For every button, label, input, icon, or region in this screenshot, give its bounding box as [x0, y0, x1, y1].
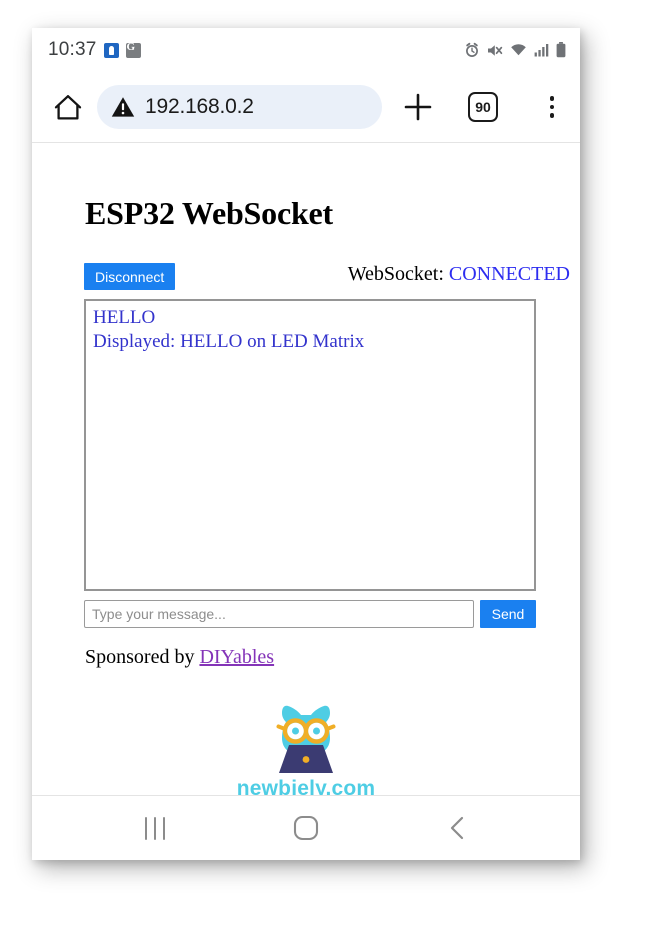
android-nav-bar	[32, 795, 580, 860]
url-bar[interactable]: 192.168.0.2	[97, 85, 382, 129]
recents-bar	[162, 816, 165, 840]
alarm-icon	[466, 42, 478, 57]
send-button[interactable]: Send	[480, 600, 536, 628]
sponsor-link[interactable]: DIYables	[199, 646, 274, 668]
signal-icon	[534, 44, 549, 57]
wifi-icon	[511, 44, 526, 56]
websocket-status-value: CONNECTED	[448, 263, 570, 285]
disconnect-button[interactable]: Disconnect	[84, 263, 176, 290]
recents-bar	[153, 816, 157, 840]
plus-icon	[404, 93, 432, 121]
status-bar: 10:37	[32, 28, 580, 72]
new-tab-button[interactable]	[402, 91, 434, 123]
page-title: ESP32 WebSocket	[85, 195, 334, 231]
battery-icon	[556, 42, 566, 58]
websocket-status: WebSocket: CONNECTED	[348, 263, 570, 286]
status-bar-left: 10:37	[48, 28, 141, 72]
home-icon[interactable]	[261, 796, 351, 860]
recents-icon[interactable]	[110, 796, 200, 860]
menu-dot	[549, 113, 555, 118]
app-icon-blue	[103, 42, 119, 58]
overflow-menu-icon[interactable]	[537, 92, 567, 122]
message-composer: Send	[84, 600, 536, 628]
google-translate-icon	[125, 41, 141, 58]
home-icon[interactable]	[50, 89, 86, 125]
browser-toolbar: 192.168.0.2 90	[32, 72, 580, 143]
message-log[interactable]: HELLO Displayed: HELLO on LED Matrix	[84, 299, 536, 591]
websocket-status-label: WebSocket:	[347, 263, 444, 285]
owl-with-laptop-logo	[276, 705, 336, 773]
warning-triangle-icon	[111, 97, 135, 117]
sponsor-line: Sponsored by DIYables	[85, 646, 274, 669]
log-line: HELLO	[93, 307, 156, 328]
menu-dot	[549, 96, 555, 101]
phone-frame: 10:37 G 192.168.0.2 90 ESP32 WebSocket D…	[32, 28, 580, 860]
message-input[interactable]	[84, 600, 474, 628]
tab-counter-button[interactable]: 90	[468, 92, 498, 122]
tab-counter-label: 90	[475, 99, 491, 115]
url-text: 192.168.0.2	[145, 95, 254, 118]
web-page-content: newbiely.com ESP32 WebSocket Disconnect …	[32, 143, 580, 825]
log-line: Displayed: HELLO on LED Matrix	[93, 330, 365, 352]
site-logo: newbiely.com	[32, 703, 580, 801]
status-bar-right	[464, 28, 566, 72]
menu-dot	[549, 104, 555, 110]
sponsor-prefix: Sponsored by	[85, 646, 200, 668]
recents-bar	[145, 816, 148, 840]
back-icon[interactable]	[413, 796, 503, 860]
status-clock: 10:37	[48, 39, 97, 60]
mute-icon	[488, 44, 503, 56]
